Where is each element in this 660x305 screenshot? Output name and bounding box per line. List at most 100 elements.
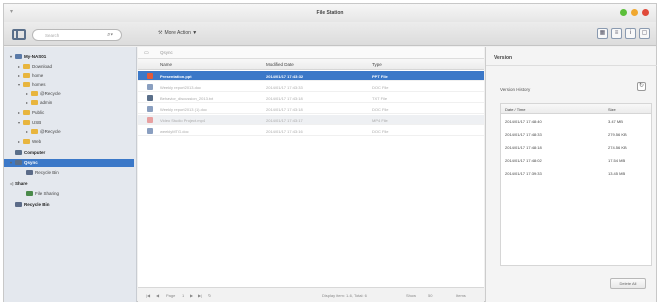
chevron-down-icon: ▼ [192, 30, 198, 36]
cell-name: weeklyMTG.doc [160, 129, 189, 134]
cell-date: 2014/01/17 17:43:32 [266, 74, 304, 79]
file-icon [147, 73, 153, 79]
file-station-window: ▾ File Station Search ⌕▾ ⚒ More Action ▼ … [3, 3, 657, 302]
sidebar-item-homes[interactable]: ▾ homes [18, 81, 46, 89]
cell-date: 2014/01/17 17:43:18 [266, 96, 303, 101]
computer-icon [15, 150, 22, 156]
folder-up-icon[interactable]: ▭ [144, 50, 149, 56]
view-controls: ▦ ≡ i ▢ [597, 28, 650, 39]
refresh-icon[interactable]: ↻ [637, 82, 646, 91]
sidebar-item-admin[interactable]: ▸ admin [26, 99, 52, 107]
cell-date: 2014/01/17 17:43:18 [266, 107, 303, 112]
cell-date: 2014/01/17 17:43:17 [266, 118, 303, 123]
search-icon[interactable]: ⌕▾ [107, 32, 113, 39]
sidebar-item-web[interactable]: ▸ Web [18, 138, 41, 146]
more-action-button[interactable]: ⚒ More Action ▼ [158, 30, 197, 36]
sidebar-item-computer[interactable]: Computer [10, 149, 45, 157]
version-table: Date / Time Size 2014/01/17 17:48:40 3.47… [500, 103, 652, 266]
file-icon [147, 84, 153, 90]
list-view-icon[interactable]: ≡ [611, 28, 622, 39]
more-action-label: More Action [164, 30, 191, 36]
recycle-icon [26, 170, 33, 176]
version-cell-date: 2014/01/17 17:48:40 [505, 119, 542, 124]
file-icon [147, 117, 153, 123]
table-row[interactable]: Presentation.ppt 2014/01/17 17:43:32 PPT F… [138, 71, 484, 81]
column-modified-date[interactable]: Modified Date [266, 62, 294, 67]
cell-type: TXT File [372, 96, 388, 101]
cell-date: 2014/01/17 17:43:16 [266, 129, 303, 134]
column-size[interactable]: Size [608, 107, 616, 112]
sidebar-item-home[interactable]: ▸ home [18, 72, 43, 80]
table-row[interactable]: Behavior_discussion_2013.txt 2014/01/17 1… [138, 93, 484, 103]
version-row[interactable]: 2014/01/17 17:48:02 17.54 MB [501, 154, 651, 166]
cell-type: DOC File [372, 85, 389, 90]
search-input[interactable]: Search ⌕▾ [32, 29, 122, 41]
column-name[interactable]: Name [160, 62, 172, 67]
window-title: File Station [316, 10, 344, 16]
cell-type: DOC File [372, 107, 389, 112]
version-cell-size: 13.45 MB [608, 171, 626, 176]
display-info: Display item: 1-6, Total: 6 [322, 293, 367, 298]
panel-toggle-icon[interactable]: ▢ [639, 28, 650, 39]
sidebar-item-share[interactable]: ◁ Share [10, 180, 28, 188]
path-bar: ▭ Qsync [138, 47, 484, 59]
last-page-icon[interactable]: ▶| [198, 293, 202, 298]
table-row[interactable]: weeklyMTG.doc 2014/01/17 17:43:16 DOC File [138, 126, 484, 136]
prev-page-icon[interactable]: ◀ [156, 293, 159, 298]
grid-view-icon[interactable]: ▦ [597, 28, 608, 39]
sidebar-item-nas[interactable]: ▾ My-NAS01 [10, 53, 46, 61]
folder-icon [23, 120, 30, 126]
file-icon [147, 106, 153, 112]
folder-icon [31, 129, 38, 135]
sidebar-item-usb-recycle[interactable]: ▸ @Recycle [26, 128, 61, 136]
recycle-bin-icon [15, 202, 22, 208]
sidebar-item-qsync[interactable]: ▾ Qsync [4, 159, 134, 167]
sidebar-item-recycle[interactable]: ▸ @Recycle [26, 90, 61, 98]
close-button[interactable] [642, 9, 649, 16]
file-list-pane: ▭ Qsync Name Modified Date Type Presenta… [138, 47, 484, 302]
toolbar: Search ⌕▾ ⚒ More Action ▼ ▦ ≡ i ▢ [4, 22, 656, 46]
sidebar-item-download[interactable]: ▸ Download [18, 63, 52, 71]
version-cell-size: 274.56 KB [608, 145, 627, 150]
sidebar: ▾ My-NAS01 ▸ Download ▸ home ▾ homes ▸ @Recyc… [4, 47, 137, 302]
folder-icon [23, 73, 30, 79]
page-label: Page [166, 293, 176, 298]
sidebar-item-recycle-bin[interactable]: Recycle Bin [10, 201, 50, 209]
version-history-label: Version History [500, 87, 531, 92]
sidebar-item-public[interactable]: ▸ Public [18, 109, 44, 117]
folder-icon [23, 64, 30, 70]
version-row[interactable]: 2014/01/17 17:39:33 13.45 MB [501, 167, 651, 179]
table-row[interactable]: Weekly report2013 (1).doc 2014/01/17 17:4… [138, 104, 484, 114]
file-table-header: Name Modified Date Type [138, 59, 484, 70]
first-page-icon[interactable]: |◀ [146, 293, 150, 298]
sidebar-item-file-sharing[interactable]: File Sharing [26, 190, 59, 198]
folder-icon [23, 82, 30, 88]
version-row[interactable]: 2014/01/17 17:48:40 3.47 MB [501, 115, 651, 127]
panel-title: Version [494, 55, 513, 61]
panel-divider [486, 65, 657, 66]
version-cell-size: 279.56 KB [608, 132, 627, 137]
next-page-icon[interactable]: ▶ [190, 293, 193, 298]
info-icon[interactable]: i [625, 28, 636, 39]
show-count[interactable]: 50 [428, 293, 432, 298]
file-sharing-icon [26, 191, 33, 197]
folder-icon [31, 91, 38, 97]
refresh-icon[interactable]: ↻ [208, 293, 211, 298]
table-row[interactable]: Weekly report2013.doc 2014/01/17 17:43:33… [138, 82, 484, 92]
column-type[interactable]: Type [372, 62, 382, 67]
sidebar-item-qsync-recycle[interactable]: Recycle Bin [26, 169, 59, 177]
file-icon [147, 95, 153, 101]
column-date-time[interactable]: Date / Time [505, 107, 525, 112]
sidebar-item-usb[interactable]: ▾ USB [18, 119, 41, 127]
minimize-button[interactable] [620, 9, 627, 16]
cell-name: Video Studio Project.mp4 [160, 118, 206, 123]
cell-type: PPT File [372, 74, 388, 79]
version-row[interactable]: 2014/01/17 17:48:18 274.56 KB [501, 141, 651, 153]
maximize-button[interactable] [631, 9, 638, 16]
page-number[interactable]: 1 [182, 293, 184, 298]
toggle-sidebar-icon[interactable] [12, 29, 26, 40]
status-bar: |◀ ◀ Page 1 ▶ ▶| ↻ Display item: 1-6, To… [138, 287, 484, 302]
delete-all-button[interactable]: Delete All [610, 278, 646, 289]
table-row[interactable]: Video Studio Project.mp4 2014/01/17 17:43… [138, 115, 484, 125]
version-row[interactable]: 2014/01/17 17:48:33 279.56 KB [501, 128, 651, 140]
